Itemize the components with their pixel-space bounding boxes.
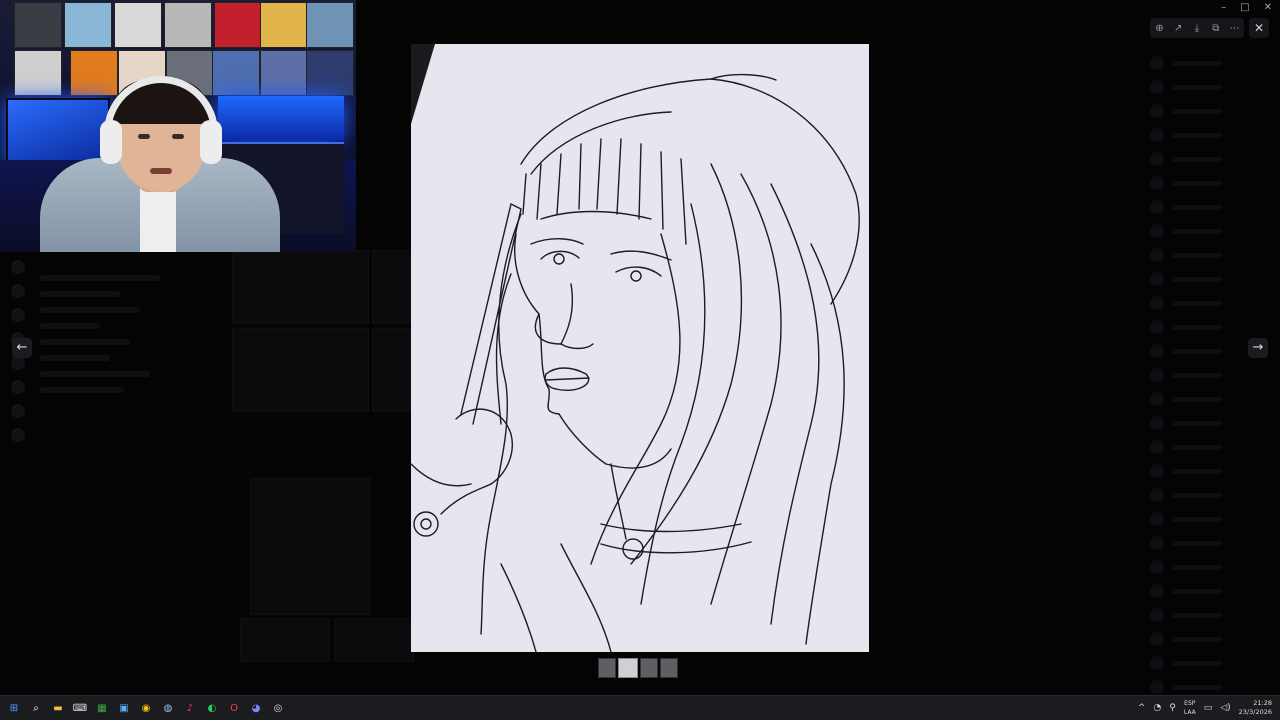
language-indicator[interactable]: ESP LAA [1184,699,1196,717]
previous-image-button[interactable]: ← [12,338,32,358]
date: 23/3/2026 [1238,708,1272,716]
search-icon[interactable]: ⌕ [28,700,44,716]
close-viewer-button[interactable]: ✕ [1249,18,1269,38]
minecraft-icon[interactable]: ▦ [94,700,110,716]
thumbnail-strip [598,658,678,678]
download-icon[interactable]: ⤓ [1189,23,1205,34]
obs-icon[interactable]: ◎ [270,700,286,716]
microphone-icon[interactable]: ⚲ [1169,703,1176,713]
opera-icon[interactable]: O [226,700,242,716]
thumbnail[interactable] [660,658,678,678]
channel-list [40,265,200,403]
steam-icon[interactable]: ◍ [160,700,176,716]
thumbnail[interactable] [598,658,616,678]
time: 21:28 [1253,699,1272,707]
taskbar: ⊞ ⌕ ▬ ⌨ ▦ ▣ ◉ ◍ ♪ ◐ O ◕ ◎ ^ ◔ ⚲ ESP LAA ▭ ◁) 21:28 2… [0,695,1280,720]
sketch-image [411,44,869,652]
keyboard-app-icon[interactable]: ⌨ [72,700,88,716]
system-tray: ^ ◔ ⚲ ESP LAA ▭ ◁) 21:28 23/3/2026 [1138,696,1272,720]
minimize-button[interactable]: – [1221,2,1226,13]
thumbnail[interactable] [640,658,658,678]
chevron-up-icon[interactable]: ^ [1138,703,1146,713]
tiktok-icon[interactable]: ♪ [182,700,198,716]
window-controls: – □ ✕ [1221,2,1272,13]
server-sidebar [0,250,36,656]
forward-icon[interactable]: ↗ [1170,23,1186,34]
chrome-icon[interactable]: ◉ [138,700,154,716]
next-image-button[interactable]: → [1248,338,1268,358]
streamer [40,70,280,252]
spotify-icon[interactable]: ◐ [204,700,220,716]
taskbar-apps: ⊞ ⌕ ▬ ⌨ ▦ ▣ ◉ ◍ ♪ ◐ O ◕ ◎ [0,700,286,716]
member-list [1150,50,1250,694]
open-external-icon[interactable]: ⧉ [1208,23,1224,34]
network-icon[interactable]: ◔ [1153,703,1161,713]
window-close-button[interactable]: ✕ [1264,2,1272,13]
volume-icon[interactable]: ◁) [1220,703,1230,713]
more-icon[interactable]: ⋯ [1227,23,1243,34]
webcam-overlay [0,0,356,252]
clock[interactable]: 21:28 23/3/2026 [1239,699,1272,717]
photos-icon[interactable]: ▣ [116,700,132,716]
zoom-icon[interactable]: ⊕ [1151,23,1167,34]
maximize-button[interactable]: □ [1240,2,1249,13]
message-image-grid [232,250,414,670]
thumbnail[interactable] [618,658,638,678]
display-icon[interactable]: ▭ [1204,703,1213,713]
discord-icon[interactable]: ◕ [248,700,264,716]
viewer-toolbar: ⊕ ↗ ⤓ ⧉ ⋯ [1150,18,1244,38]
file-explorer-icon[interactable]: ▬ [50,700,66,716]
windows-start-icon[interactable]: ⊞ [6,700,22,716]
